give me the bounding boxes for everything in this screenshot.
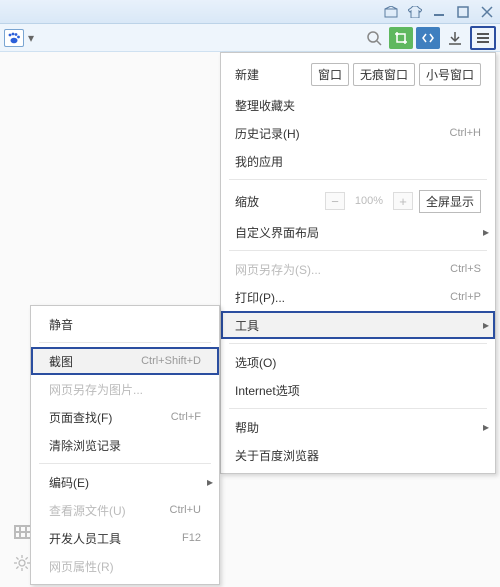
new-private-button[interactable]: 无痕窗口 <box>353 63 415 86</box>
submenu-arrow-icon: ▸ <box>483 225 489 239</box>
menu-item-help[interactable]: 帮助▸ <box>221 413 495 441</box>
menu-item-inetopt[interactable]: Internet选项 <box>221 376 495 404</box>
shirt-icon[interactable] <box>406 4 424 20</box>
menu-item-tools[interactable]: 工具▸ <box>221 311 495 339</box>
submenu-arrow-icon: ▸ <box>483 420 489 434</box>
zoom-in-button[interactable]: + <box>393 192 413 210</box>
zoom-value: 100% <box>347 195 391 207</box>
submenu-arrow-icon: ▸ <box>483 318 489 332</box>
submenu-item-page-props[interactable]: 网页属性(R) <box>31 552 219 580</box>
submenu-item-mute[interactable]: 静音 <box>31 310 219 338</box>
submenu-item-clear[interactable]: 清除浏览记录 <box>31 431 219 459</box>
code-icon[interactable] <box>416 27 440 49</box>
menu-item-print[interactable]: 打印(P)...Ctrl+P <box>221 283 495 311</box>
menu-item-apps[interactable]: 我的应用 <box>221 147 495 175</box>
menu-item-history[interactable]: 历史记录(H)Ctrl+H <box>221 119 495 147</box>
menu-separator <box>229 408 487 409</box>
submenu-item-view-source[interactable]: 查看源文件(U)Ctrl+U <box>31 496 219 524</box>
minimize-icon[interactable] <box>430 4 448 20</box>
menu-item-about[interactable]: 关于百度浏览器 <box>221 441 495 469</box>
menu-label: 新建 <box>235 66 311 83</box>
zoom-out-button[interactable]: − <box>325 192 345 210</box>
close-icon[interactable] <box>478 4 496 20</box>
hamburger-menu-icon[interactable] <box>470 26 496 50</box>
menu-item-new[interactable]: 新建 窗口 无痕窗口 小号窗口 <box>221 57 495 91</box>
baidu-paw-icon[interactable] <box>4 29 24 47</box>
menu-item-layout[interactable]: 自定义界面布局▸ <box>221 218 495 246</box>
menu-separator <box>229 250 487 251</box>
menu-separator <box>229 343 487 344</box>
search-icon[interactable] <box>362 27 386 49</box>
submenu-item-screenshot[interactable]: 截图Ctrl+Shift+D <box>31 347 219 375</box>
menu-item-saveas[interactable]: 网页另存为(S)...Ctrl+S <box>221 255 495 283</box>
new-small-button[interactable]: 小号窗口 <box>419 63 481 86</box>
menu-item-favorites[interactable]: 整理收藏夹 <box>221 91 495 119</box>
crop-icon[interactable] <box>389 27 413 49</box>
maximize-icon[interactable] <box>454 4 472 20</box>
fullscreen-button[interactable]: 全屏显示 <box>419 190 481 213</box>
gear-icon[interactable] <box>14 555 30 571</box>
submenu-item-encoding[interactable]: 编码(E)▸ <box>31 468 219 496</box>
tools-submenu: 静音 截图Ctrl+Shift+D 网页另存为图片... 页面查找(F)Ctrl… <box>30 305 220 585</box>
new-window-button[interactable]: 窗口 <box>311 63 349 86</box>
menu-item-options[interactable]: 选项(O) <box>221 348 495 376</box>
submenu-arrow-icon: ▸ <box>207 475 213 489</box>
paw-dropdown-arrow-icon[interactable]: ▾ <box>26 31 36 45</box>
main-menu: 新建 窗口 无痕窗口 小号窗口 整理收藏夹 历史记录(H)Ctrl+H 我的应用… <box>220 52 496 474</box>
menu-separator <box>39 463 211 464</box>
menu-separator <box>39 342 211 343</box>
box-icon[interactable] <box>382 4 400 20</box>
download-icon[interactable] <box>443 27 467 49</box>
submenu-item-save-img[interactable]: 网页另存为图片... <box>31 375 219 403</box>
submenu-item-find[interactable]: 页面查找(F)Ctrl+F <box>31 403 219 431</box>
menu-item-zoom: 缩放 − 100% + 全屏显示 <box>221 184 495 218</box>
submenu-item-devtools[interactable]: 开发人员工具F12 <box>31 524 219 552</box>
menu-separator <box>229 179 487 180</box>
